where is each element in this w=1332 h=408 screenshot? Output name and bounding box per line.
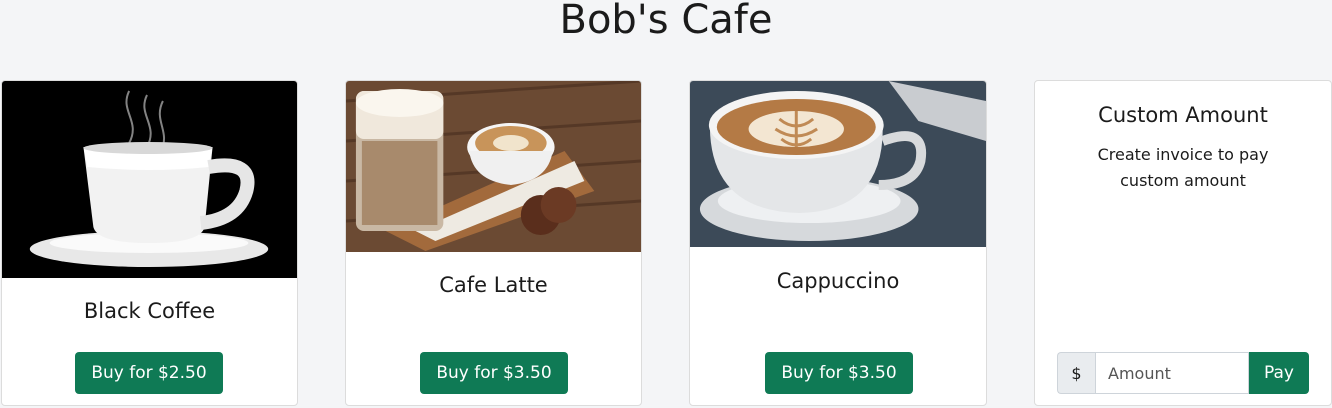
custom-amount-description: Create invoice to pay custom amount <box>1097 145 1269 190</box>
product-card-cafe-latte: Cafe Latte Buy for $3.50 <box>345 80 642 406</box>
product-card-cappuccino: Cappuccino Buy for $3.50 <box>689 80 987 406</box>
amount-input[interactable] <box>1095 352 1249 394</box>
product-title: Cafe Latte <box>439 273 548 297</box>
black-coffee-image <box>2 81 297 278</box>
product-title: Cappuccino <box>776 269 900 293</box>
custom-amount-title: Custom Amount <box>1098 103 1268 127</box>
cappuccino-image <box>690 81 986 247</box>
cafe-latte-image <box>346 81 641 252</box>
custom-amount-card: Custom Amount Create invoice to pay cust… <box>1034 80 1332 406</box>
buy-cappuccino-button[interactable]: Buy for $3.50 <box>765 352 913 394</box>
currency-prefix: $ <box>1057 352 1095 394</box>
product-title: Black Coffee <box>83 299 216 323</box>
pay-button[interactable]: Pay <box>1249 352 1309 394</box>
buy-cafe-latte-button[interactable]: Buy for $3.50 <box>420 352 568 394</box>
product-card-black-coffee: Black Coffee Buy for $2.50 <box>1 80 298 406</box>
custom-amount-form: $ Pay <box>1057 352 1309 394</box>
page-title: Bob's Cafe <box>559 0 773 43</box>
buy-black-coffee-button[interactable]: Buy for $2.50 <box>75 352 223 394</box>
